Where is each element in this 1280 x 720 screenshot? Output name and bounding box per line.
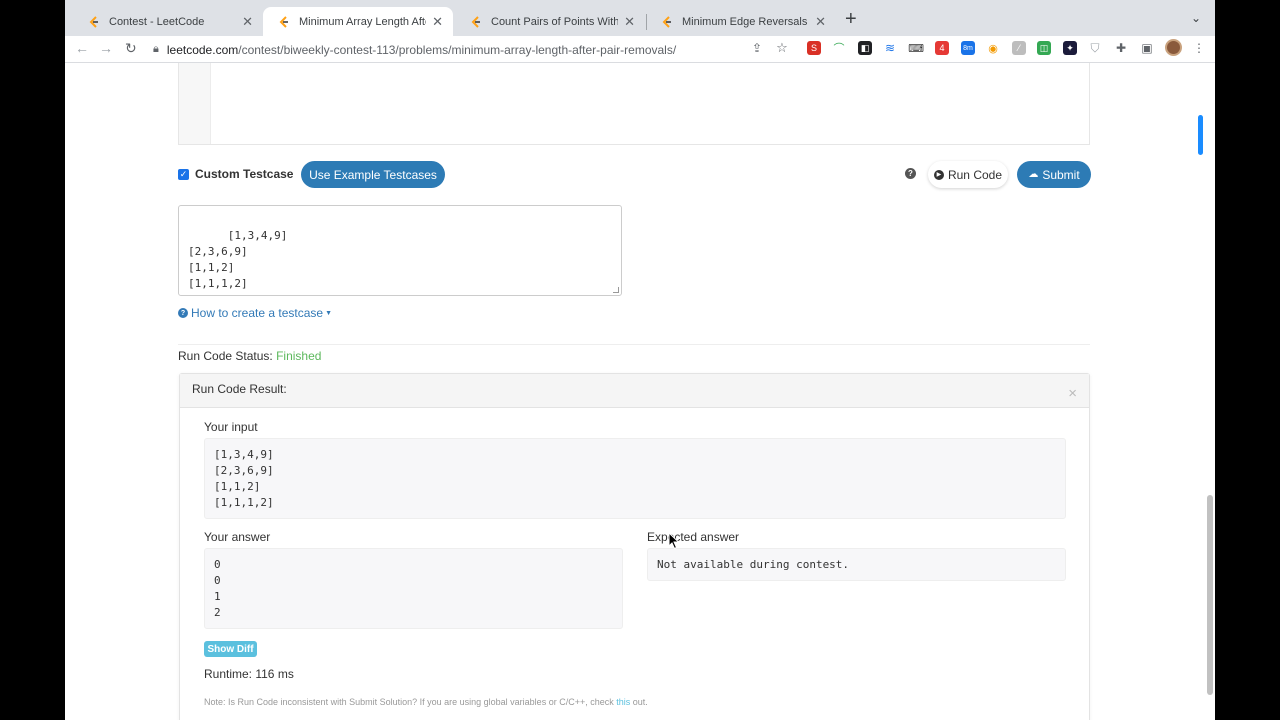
- page-content: ✓ Custom Testcase Use Example Testcases …: [65, 63, 1215, 720]
- bookmark-star-icon[interactable]: ☆: [775, 40, 789, 55]
- expected-answer-box: Not available during contest.: [647, 548, 1066, 581]
- url-path: /contest/biweekly-contest-113/problems/m…: [238, 42, 677, 57]
- tab-title: Contest - LeetCode: [109, 15, 205, 28]
- custom-testcase-label: Custom Testcase: [195, 167, 294, 181]
- testcase-input[interactable]: [1,3,4,9] [2,3,6,9] [1,1,2] [1,1,1,2]: [178, 205, 622, 296]
- lock-icon: 🔒︎: [153, 43, 159, 55]
- extension-drop-icon[interactable]: ◉: [986, 41, 1000, 55]
- extension-gray-icon[interactable]: ⁄: [1012, 41, 1026, 55]
- extension-shield-icon[interactable]: ⛉: [1088, 41, 1102, 55]
- consistency-note: Note: Is Run Code inconsistent with Subm…: [204, 697, 648, 707]
- result-title: Run Code Result:: [192, 382, 287, 396]
- tab-title: Minimum Edge Reversals So Ev: [682, 15, 809, 28]
- extension-badge-8m-icon[interactable]: 8m: [961, 41, 975, 55]
- expected-answer-label: Expected answer: [647, 530, 740, 544]
- leetcode-favicon-icon: [662, 15, 671, 28]
- run-code-result-panel: Run Code Result: × Your input [1,3,4,9] …: [179, 373, 1090, 720]
- run-code-label: Run Code: [947, 167, 1003, 182]
- extension-dark-icon[interactable]: ✦: [1063, 41, 1077, 55]
- browser-menu-icon[interactable]: ⋮: [1192, 41, 1206, 55]
- share-icon[interactable]: ⇪: [750, 41, 764, 55]
- your-input-box: [1,3,4,9] [2,3,6,9] [1,1,2] [1,1,1,2]: [204, 438, 1066, 519]
- reload-icon[interactable]: ↻: [125, 40, 137, 57]
- submit-label: Submit: [1042, 167, 1080, 182]
- browser-toolbar: ← → ↻ 🔒︎ leetcode.com/contest/biweekly-c…: [65, 36, 1215, 63]
- close-tab-icon[interactable]: ✕: [624, 14, 635, 30]
- mouse-cursor-icon: [668, 532, 680, 550]
- extensions-puzzle-icon[interactable]: ✚: [1114, 41, 1128, 55]
- your-answer-label: Your answer: [204, 530, 271, 544]
- note-link[interactable]: this: [616, 697, 630, 707]
- status-value: Finished: [276, 349, 322, 363]
- tab-title: Minimum Array Length After Pa: [299, 15, 426, 28]
- extension-wave-icon[interactable]: ≋: [883, 41, 897, 55]
- close-tab-icon[interactable]: ✕: [242, 14, 253, 30]
- profile-avatar[interactable]: [1165, 39, 1182, 56]
- note-prefix: Note: Is Run Code inconsistent with Subm…: [204, 697, 617, 707]
- play-icon: ▶: [933, 169, 944, 180]
- url-text: leetcode.com/contest/biweekly-contest-11…: [167, 43, 676, 57]
- help-question-icon[interactable]: ?: [905, 168, 916, 179]
- tab-minimum-array-length[interactable]: Minimum Array Length After Pa ✕: [263, 7, 453, 36]
- result-header: Run Code Result: ×: [180, 374, 1089, 408]
- extension-badge-4-icon[interactable]: 4: [935, 41, 949, 55]
- leetcode-favicon-icon: [471, 15, 480, 28]
- run-code-status: Run Code Status: Finished: [178, 349, 321, 363]
- custom-testcase-checkbox[interactable]: ✓: [178, 168, 189, 180]
- back-arrow-icon[interactable]: ←: [75, 40, 89, 56]
- caret-down-icon: ▼: [325, 309, 333, 317]
- tab-contest[interactable]: Contest - LeetCode ✕: [73, 7, 263, 36]
- tab-minimum-edge-reversals[interactable]: Minimum Edge Reversals So Ev ✕: [646, 7, 836, 36]
- how-to-create-testcase-link[interactable]: ? How to create a testcase ▼: [178, 306, 332, 320]
- close-tab-icon[interactable]: ✕: [432, 14, 443, 30]
- extension-keyboard-icon[interactable]: ⌨: [908, 41, 924, 55]
- show-diff-button[interactable]: Show Diff: [204, 641, 257, 657]
- use-example-testcases-button[interactable]: Use Example Testcases: [301, 161, 445, 188]
- run-code-button[interactable]: ▶ Run Code: [928, 161, 1008, 188]
- scrollbar-thumb[interactable]: [1207, 495, 1213, 695]
- code-editor[interactable]: [178, 63, 1090, 145]
- editor-gutter: [179, 63, 211, 144]
- cloud-upload-icon: ☁: [1028, 169, 1039, 180]
- new-tab-plus-icon[interactable]: +: [845, 9, 857, 29]
- tab-strip: Contest - LeetCode ✕ Minimum Array Lengt…: [65, 0, 1215, 36]
- url-host: leetcode.com: [166, 42, 239, 57]
- runtime-text: Runtime: 116 ms: [204, 667, 294, 681]
- tab-search-chevron-icon[interactable]: ⌄: [1191, 11, 1201, 25]
- scroll-position-indicator: [1198, 115, 1203, 155]
- side-panel-icon[interactable]: ▣: [1140, 41, 1154, 55]
- extension-green-icon[interactable]: ◫: [1037, 41, 1051, 55]
- howto-label: How to create a testcase: [191, 306, 324, 320]
- resize-grip-icon[interactable]: [613, 287, 619, 293]
- tab-title: Count Pairs of Points With Dis: [491, 15, 619, 28]
- address-bar[interactable]: 🔒︎ leetcode.com/contest/biweekly-contest…: [153, 38, 793, 61]
- your-answer-box: 0 0 1 2: [204, 548, 623, 629]
- forward-arrow-icon[interactable]: →: [99, 40, 113, 56]
- your-input-label: Your input: [204, 420, 258, 434]
- extension-rainbow-icon[interactable]: ⌒: [832, 41, 846, 55]
- tab-count-pairs[interactable]: Count Pairs of Points With Dis ✕: [455, 7, 645, 36]
- close-icon[interactable]: ×: [1068, 386, 1077, 401]
- note-suffix: out.: [630, 697, 648, 707]
- status-label: Run Code Status:: [178, 349, 273, 363]
- extension-s-icon[interactable]: S: [807, 41, 821, 55]
- extension-square-icon[interactable]: ◧: [858, 41, 872, 55]
- testcase-text: [1,3,4,9] [2,3,6,9] [1,1,2] [1,1,1,2]: [188, 229, 288, 290]
- submit-button[interactable]: ☁ Submit: [1017, 161, 1091, 188]
- leetcode-favicon-icon: [89, 15, 98, 28]
- browser-window: Contest - LeetCode ✕ Minimum Array Lengt…: [65, 0, 1215, 720]
- leetcode-favicon-icon: [279, 15, 288, 28]
- divider: [178, 344, 1090, 345]
- close-tab-icon[interactable]: ✕: [815, 14, 826, 30]
- question-circle-icon: ?: [178, 308, 188, 318]
- custom-testcase-toggle[interactable]: ✓ Custom Testcase: [178, 167, 293, 181]
